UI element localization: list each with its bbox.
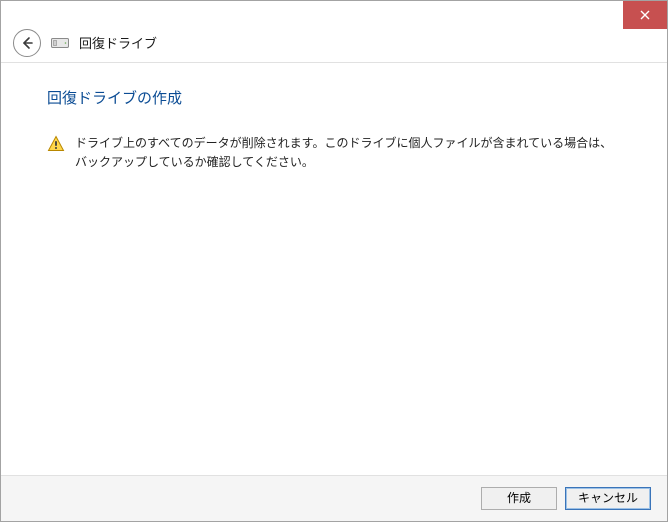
close-icon: [640, 10, 650, 20]
warning-text: ドライブ上のすべてのデータが削除されます。このドライブに個人ファイルが含まれてい…: [75, 134, 617, 172]
app-title: 回復ドライブ: [79, 33, 157, 52]
titlebar: [1, 1, 667, 29]
back-arrow-icon: [20, 36, 34, 50]
header: 回復ドライブ: [1, 29, 667, 63]
close-button[interactable]: [623, 1, 667, 29]
page-title: 回復ドライブの作成: [47, 87, 627, 108]
warning-icon: [47, 135, 65, 153]
create-button[interactable]: 作成: [481, 487, 557, 510]
cancel-button[interactable]: キャンセル: [565, 487, 651, 510]
footer: 作成 キャンセル: [1, 475, 667, 521]
content-area: 回復ドライブの作成 ドライブ上のすべてのデータが削除されます。このドライブに個人…: [1, 63, 667, 475]
back-button[interactable]: [13, 29, 41, 57]
wizard-window: 回復ドライブ 回復ドライブの作成 ドライブ上のすべてのデータが削除されます。この…: [0, 0, 668, 522]
warning-row: ドライブ上のすべてのデータが削除されます。このドライブに個人ファイルが含まれてい…: [47, 134, 627, 172]
drive-icon: [51, 37, 69, 49]
